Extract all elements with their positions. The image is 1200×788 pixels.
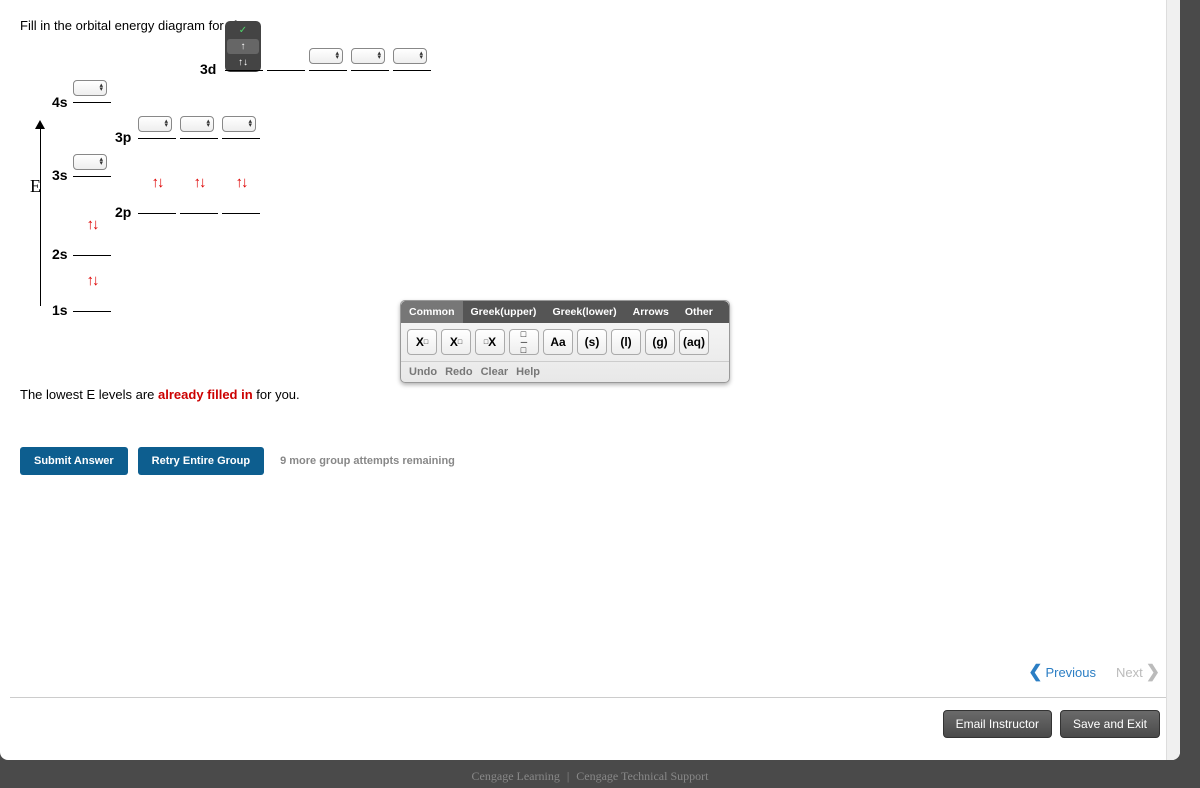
question-prompt: Fill in the orbital energy diagram for z…: [20, 18, 1160, 33]
orbital-stepper[interactable]: ▴▾: [73, 80, 107, 96]
hint-text: The lowest E levels are already filled i…: [20, 387, 1160, 402]
label-3d: 3d: [200, 61, 216, 77]
orbital-3d-4[interactable]: ▴▾: [351, 49, 389, 69]
palette-clear[interactable]: Clear: [481, 366, 509, 378]
row-3d: ✓ ↑ ↑↓ ▴▾ ▴▾ ▴▾: [225, 49, 431, 69]
label-3p: 3p: [115, 129, 131, 145]
tab-arrows[interactable]: Arrows: [625, 301, 677, 323]
row-2s: ↑↓: [73, 234, 111, 254]
attempts-remaining: 9 more group attempts remaining: [280, 455, 455, 467]
sym-fraction[interactable]: □─□: [509, 329, 539, 355]
email-instructor-button[interactable]: Email Instructor: [943, 710, 1052, 738]
chevron-left-icon: ❮: [1028, 662, 1042, 682]
orbital-stepper[interactable]: ▴▾: [309, 48, 343, 64]
sym-case[interactable]: Aa: [543, 329, 573, 355]
orbital-3p-1[interactable]: ▴▾: [138, 117, 176, 137]
orbital-1s-1: ↑↓: [73, 290, 111, 310]
sym-gas[interactable]: (g): [645, 329, 675, 355]
nav-row: ❮Previous Next❯: [1028, 662, 1160, 682]
orbital-popover[interactable]: ✓ ↑ ↑↓: [225, 21, 261, 72]
orbital-2p-2: ↑↓: [180, 192, 218, 212]
popover-updown[interactable]: ↑↓: [227, 55, 259, 70]
sym-subscript[interactable]: X□: [441, 329, 471, 355]
scrollbar[interactable]: [1166, 0, 1180, 760]
sym-liquid[interactable]: (l): [611, 329, 641, 355]
divider: [10, 697, 1170, 698]
tab-common[interactable]: Common: [401, 301, 463, 323]
app-window: Fill in the orbital energy diagram for z…: [0, 0, 1180, 760]
palette-symbols: X□ X□ □X □─□ Aa (s) (l) (g) (aq): [401, 323, 729, 362]
orbital-stepper[interactable]: ▴▾: [138, 116, 172, 132]
orbital-2p-1: ↑↓: [138, 192, 176, 212]
palette-undo[interactable]: Undo: [409, 366, 437, 378]
submit-answer-button[interactable]: Submit Answer: [20, 447, 128, 475]
tab-greek-upper[interactable]: Greek(upper): [463, 301, 545, 323]
sym-presuperscript[interactable]: □X: [475, 329, 505, 355]
save-and-exit-button[interactable]: Save and Exit: [1060, 710, 1160, 738]
tab-other[interactable]: Other: [677, 301, 721, 323]
hint-pre: The lowest E levels are: [20, 387, 158, 402]
label-4s: 4s: [52, 94, 68, 110]
popover-check[interactable]: ✓: [227, 23, 259, 38]
palette-help[interactable]: Help: [516, 366, 540, 378]
orbital-3p-2[interactable]: ▴▾: [180, 117, 218, 137]
label-2p: 2p: [115, 204, 131, 220]
palette-redo[interactable]: Redo: [445, 366, 473, 378]
palette-tabs: Common Greek(upper) Greek(lower) Arrows …: [401, 301, 729, 323]
button-row: Submit Answer Retry Entire Group 9 more …: [20, 447, 1160, 475]
orbital-stepper[interactable]: ▴▾: [351, 48, 385, 64]
popover-up[interactable]: ↑: [227, 39, 259, 54]
orbital-stepper[interactable]: ▴▾: [393, 48, 427, 64]
palette-actions: Undo Redo Clear Help: [401, 362, 729, 382]
energy-axis: [34, 126, 48, 306]
hint-red: already filled in: [158, 387, 253, 402]
orbital-3d-3[interactable]: ▴▾: [309, 49, 347, 69]
orbital-2p-3: ↑↓: [222, 192, 260, 212]
orbital-stepper[interactable]: ▴▾: [73, 154, 107, 170]
bottom-row: Email Instructor Save and Exit: [943, 710, 1160, 738]
sym-solid[interactable]: (s): [577, 329, 607, 355]
row-3p: ▴▾ ▴▾ ▴▾: [138, 117, 260, 137]
orbital-3d-2[interactable]: [267, 49, 305, 69]
orbital-3p-3[interactable]: ▴▾: [222, 117, 260, 137]
up-down-arrow-icon: ↑↓: [73, 272, 111, 289]
orbital-stepper[interactable]: ▴▾: [180, 116, 214, 132]
label-1s: 1s: [52, 302, 68, 318]
orbital-3s-1[interactable]: ▴▾: [73, 155, 111, 175]
chevron-right-icon: ❯: [1146, 662, 1160, 682]
footer-brand[interactable]: Cengage Learning: [472, 769, 560, 783]
orbital-stepper[interactable]: ▴▾: [222, 116, 256, 132]
row-1s: ↑↓: [73, 290, 111, 310]
axis-line: [40, 126, 41, 306]
tab-greek-lower[interactable]: Greek(lower): [544, 301, 624, 323]
footer-separator: |: [567, 769, 569, 783]
prompt-prefix: Fill in the orbital energy diagram for: [20, 18, 227, 33]
sym-superscript[interactable]: X□: [407, 329, 437, 355]
content-area: Fill in the orbital energy diagram for z…: [0, 0, 1180, 493]
row-2p: ↑↓ ↑↓ ↑↓: [138, 192, 260, 212]
orbital-3d-5[interactable]: ▴▾: [393, 49, 431, 69]
orbital-2s-1: ↑↓: [73, 234, 111, 254]
symbol-palette[interactable]: Common Greek(upper) Greek(lower) Arrows …: [400, 300, 730, 383]
retry-group-button[interactable]: Retry Entire Group: [138, 447, 264, 475]
orbital-4s-1[interactable]: ▴▾: [73, 81, 111, 101]
up-down-arrow-icon: ↑↓: [73, 216, 111, 233]
up-down-arrow-icon: ↑↓: [180, 174, 218, 191]
row-3s: ▴▾: [73, 155, 111, 175]
hint-post: for you.: [253, 387, 300, 402]
up-down-arrow-icon: ↑↓: [222, 174, 260, 191]
footer-support[interactable]: Cengage Technical Support: [576, 769, 708, 783]
orbital-3d-1[interactable]: ✓ ↑ ↑↓: [225, 49, 263, 69]
label-3s: 3s: [52, 167, 68, 183]
previous-link[interactable]: ❮Previous: [1028, 662, 1096, 682]
sym-aqueous[interactable]: (aq): [679, 329, 709, 355]
row-4s: ▴▾: [73, 81, 111, 101]
label-2s: 2s: [52, 246, 68, 262]
footer: Cengage Learning | Cengage Technical Sup…: [0, 769, 1180, 784]
up-down-arrow-icon: ↑↓: [138, 174, 176, 191]
next-link[interactable]: Next❯: [1116, 662, 1160, 682]
